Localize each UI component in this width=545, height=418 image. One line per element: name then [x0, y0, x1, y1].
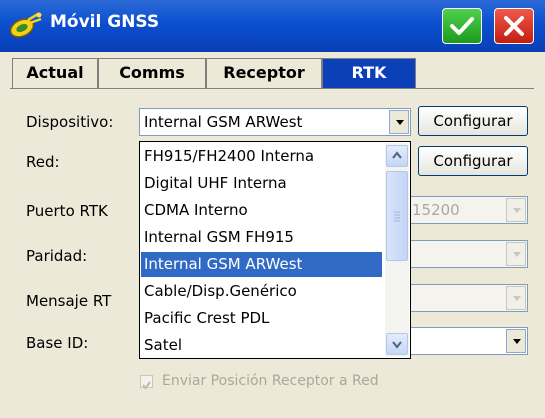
chevron-down-icon	[396, 120, 404, 125]
chevron-down-icon	[392, 341, 402, 349]
configurar-dispositivo-button[interactable]: Configurar	[418, 106, 528, 136]
configurar-red-button[interactable]: Configurar	[418, 146, 528, 176]
grip-icon	[394, 211, 400, 222]
dispositivo-select[interactable]: Internal GSM ARWest	[139, 108, 411, 136]
mensaje-rtk-dropdown-button	[506, 286, 526, 310]
list-item[interactable]: Digital UHF Interna	[141, 171, 382, 196]
puerto-rtk-value: 15200	[412, 201, 460, 219]
enviar-posicion-checkbox	[140, 375, 153, 390]
tab-divider	[10, 88, 534, 89]
base-id-label: Base ID:	[26, 334, 89, 352]
title-bar: Móvil GNSS	[0, 0, 545, 52]
ok-button[interactable]	[442, 8, 482, 44]
chevron-down-icon	[513, 252, 521, 257]
base-id-dropdown-button[interactable]	[506, 329, 526, 353]
scroll-up-button[interactable]	[386, 145, 408, 167]
list-item[interactable]: Cable/Disp.Genérico	[141, 279, 382, 304]
red-label: Red:	[26, 153, 60, 171]
chevron-down-icon	[513, 339, 521, 344]
dispositivo-label: Dispositivo:	[26, 113, 114, 131]
checkmark-icon	[142, 381, 151, 390]
mensaje-rtk-label: Mensaje RT	[26, 292, 112, 310]
checkmark-icon	[450, 17, 474, 35]
puerto-rtk-dropdown-button	[506, 198, 526, 222]
tab-rtk[interactable]: RTK	[322, 58, 416, 88]
dispositivo-value: Internal GSM ARWest	[144, 113, 303, 131]
scroll-down-button[interactable]	[386, 333, 408, 355]
chevron-down-icon	[513, 296, 521, 301]
dropdown-scrollbar[interactable]	[385, 143, 409, 357]
satellite-icon	[8, 10, 44, 42]
paridad-label: Paridad:	[26, 247, 88, 265]
dispositivo-dropdown-list[interactable]: FH915/FH2400 Interna Digital UHF Interna…	[139, 141, 411, 359]
window-title: Móvil GNSS	[50, 12, 160, 32]
chevron-down-icon	[513, 208, 521, 213]
tab-receptor[interactable]: Receptor	[206, 58, 322, 88]
list-item[interactable]: FH915/FH2400 Interna	[141, 144, 382, 169]
close-icon	[504, 16, 524, 36]
paridad-dropdown-button	[506, 242, 526, 266]
list-item[interactable]: Pacific Crest PDL	[141, 306, 382, 331]
tab-actual[interactable]: Actual	[12, 58, 98, 88]
close-button[interactable]	[494, 8, 534, 44]
list-item[interactable]: Satel	[141, 333, 382, 358]
dispositivo-dropdown-button[interactable]	[389, 110, 409, 134]
chevron-up-icon	[392, 151, 402, 159]
scroll-thumb[interactable]	[386, 171, 408, 261]
list-item[interactable]: Internal GSM FH915	[141, 225, 382, 250]
tab-comms[interactable]: Comms	[98, 58, 206, 88]
list-item[interactable]: CDMA Interno	[141, 198, 382, 223]
puerto-rtk-label: Puerto RTK	[26, 202, 108, 220]
list-item-selected[interactable]: Internal GSM ARWest	[141, 252, 382, 277]
enviar-posicion-label: Enviar Posición Receptor a Red	[162, 373, 379, 389]
